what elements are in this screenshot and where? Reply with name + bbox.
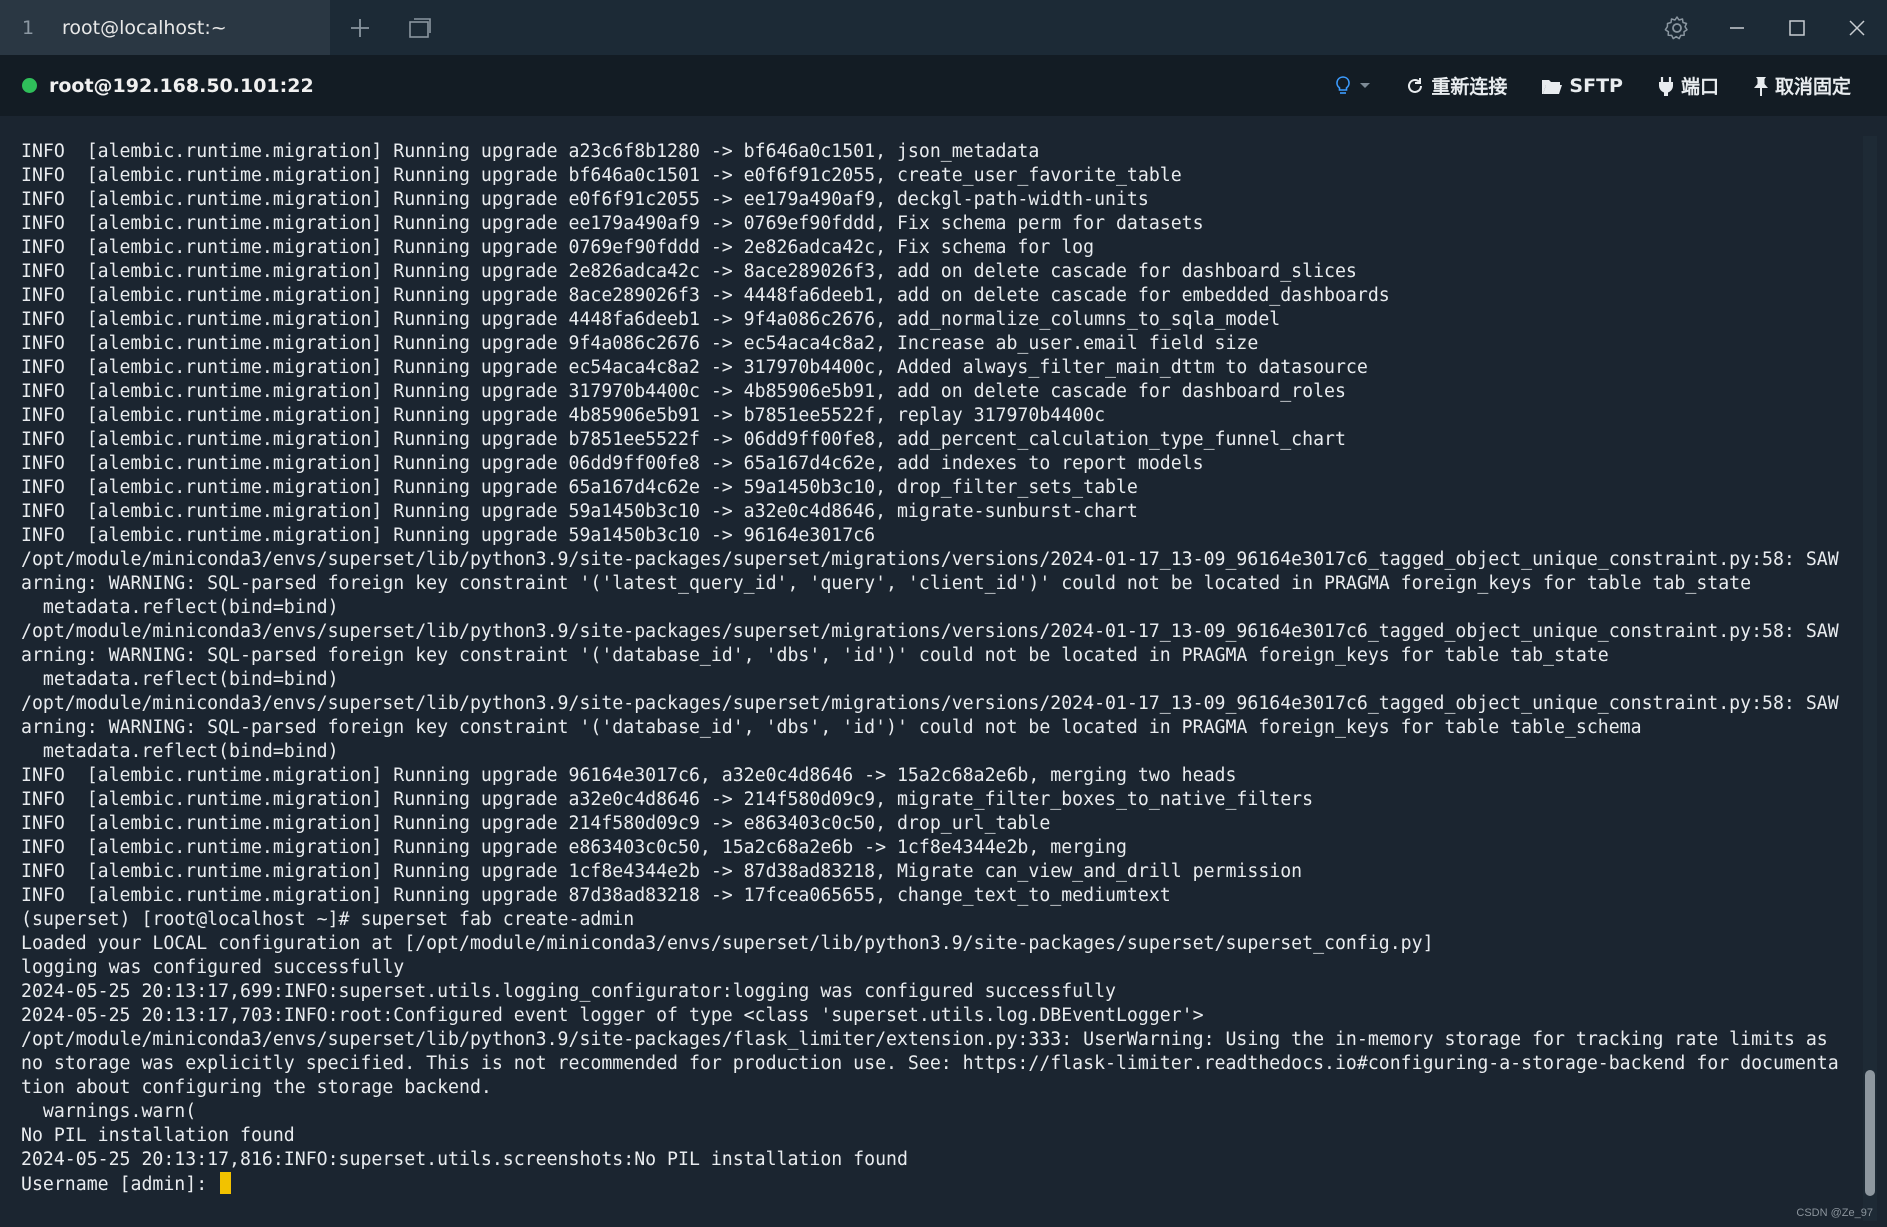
terminal-line: Loaded your LOCAL configuration at [/opt…: [21, 933, 1434, 954]
settings-button[interactable]: [1647, 0, 1707, 55]
sftp-label: SFTP: [1569, 74, 1623, 97]
terminal-line: No PIL installation found: [21, 1125, 295, 1146]
terminal-line: INFO [alembic.runtime.migration] Running…: [21, 453, 1204, 474]
terminal-line: INFO [alembic.runtime.migration] Running…: [21, 837, 1127, 858]
reconnect-button[interactable]: 重新连接: [1405, 72, 1507, 99]
terminal-prompt-line[interactable]: Username [admin]:: [21, 1172, 1853, 1196]
terminal-line: metadata.reflect(bind=bind): [21, 597, 339, 618]
terminal-line: INFO [alembic.runtime.migration] Running…: [21, 213, 1204, 234]
connection-status-indicator: [22, 78, 37, 93]
terminal-line: INFO [alembic.runtime.migration] Running…: [21, 885, 1171, 906]
terminal-line: INFO [alembic.runtime.migration] Running…: [21, 309, 1281, 330]
plug-icon: [1658, 76, 1673, 96]
terminal-line: INFO [alembic.runtime.migration] Running…: [21, 333, 1259, 354]
close-button[interactable]: [1827, 0, 1887, 55]
reconnect-label: 重新连接: [1431, 76, 1508, 98]
maximize-button[interactable]: [1767, 0, 1827, 55]
scrollbar-thumb[interactable]: [1865, 1070, 1875, 1196]
terminal-line: INFO [alembic.runtime.migration] Running…: [21, 165, 1182, 186]
refresh-icon: [1408, 77, 1423, 93]
terminal-line: /opt/module/miniconda3/envs/superset/lib…: [21, 693, 1839, 714]
connection-actions: 重新连接 SFTP 端口 取消固定: [1335, 55, 1851, 116]
terminal-line: 2024-05-25 20:13:17,816:INFO:superset.ut…: [21, 1149, 908, 1170]
terminal-line: INFO [alembic.runtime.migration] Running…: [21, 237, 1095, 258]
pin-icon: [1753, 76, 1768, 96]
folder-open-icon: [1542, 79, 1563, 94]
terminal-view[interactable]: INFO [alembic.runtime.migration] Running…: [0, 116, 1887, 1227]
terminal-line: INFO [alembic.runtime.migration] Running…: [21, 501, 1138, 522]
terminal-line: INFO [alembic.runtime.migration] Running…: [21, 525, 876, 546]
terminal-line: INFO [alembic.runtime.migration] Running…: [21, 861, 1303, 882]
terminal-line: 2024-05-25 20:13:17,699:INFO:superset.ut…: [21, 981, 1116, 1002]
terminal-line: tion about configuring the storage backe…: [21, 1077, 492, 1098]
watermark: CSDN @Ze_97: [1796, 1207, 1873, 1219]
terminal-line: /opt/module/miniconda3/envs/superset/lib…: [21, 1029, 1828, 1050]
new-tab-button[interactable]: [330, 0, 390, 55]
terminal-line: no storage was explicitly specified. Thi…: [21, 1053, 1839, 1074]
text-cursor: [220, 1172, 232, 1194]
terminal-line: warnings.warn(: [21, 1101, 197, 1122]
terminal-line: INFO [alembic.runtime.migration] Running…: [21, 429, 1346, 450]
close-icon: [1849, 19, 1865, 36]
terminal-line: arning: WARNING: SQL-parsed foreign key …: [21, 573, 1752, 594]
terminal-line: INFO [alembic.runtime.migration] Running…: [21, 789, 1314, 810]
terminal-output: INFO [alembic.runtime.migration] Running…: [21, 140, 1853, 1196]
sftp-button[interactable]: SFTP: [1541, 75, 1623, 97]
terminal-line: INFO [alembic.runtime.migration] Running…: [21, 285, 1390, 306]
terminal-line: INFO [alembic.runtime.migration] Running…: [21, 261, 1357, 282]
terminal-line: 2024-05-25 20:13:17,703:INFO:root:Config…: [21, 1005, 1204, 1026]
terminal-line: (superset) [root@localhost ~]# superset …: [21, 909, 635, 930]
maximize-icon: [1789, 19, 1805, 36]
unpin-label: 取消固定: [1774, 76, 1851, 98]
scrollbar-track[interactable]: [1863, 136, 1877, 1221]
terminal-line: INFO [alembic.runtime.migration] Running…: [21, 405, 1106, 426]
terminal-line: INFO [alembic.runtime.migration] Running…: [21, 357, 1368, 378]
terminal-line: arning: WARNING: SQL-parsed foreign key …: [21, 717, 1642, 738]
minimize-button[interactable]: [1707, 0, 1767, 55]
terminal-line: INFO [alembic.runtime.migration] Running…: [21, 141, 1040, 162]
port-forward-button[interactable]: 端口: [1657, 72, 1719, 99]
unpin-button[interactable]: 取消固定: [1753, 72, 1851, 99]
hint-dropdown[interactable]: [1335, 75, 1371, 96]
windows-icon: [409, 17, 431, 38]
terminal-line: INFO [alembic.runtime.migration] Running…: [21, 813, 1051, 834]
terminal-line: metadata.reflect(bind=bind): [21, 669, 339, 690]
connection-host: root@192.168.50.101:22: [49, 74, 314, 97]
tab-index: 1: [22, 16, 35, 39]
terminal-line: INFO [alembic.runtime.migration] Running…: [21, 381, 1346, 402]
terminal-line: INFO [alembic.runtime.migration] Running…: [21, 189, 1149, 210]
terminal-line: /opt/module/miniconda3/envs/superset/lib…: [21, 621, 1839, 642]
tab-title: root@localhost:~: [62, 16, 227, 39]
minimize-icon: [1730, 26, 1744, 29]
port-label: 端口: [1680, 76, 1719, 98]
terminal-line: logging was configured successfully: [21, 957, 405, 978]
terminal-line: INFO [alembic.runtime.migration] Running…: [21, 765, 1237, 786]
terminal-prompt: Username [admin]:: [21, 1174, 219, 1195]
terminal-line: metadata.reflect(bind=bind): [21, 741, 339, 762]
title-bar: 1 root@localhost:~: [0, 0, 1887, 55]
lightbulb-icon: [1336, 75, 1351, 94]
terminal-line: INFO [alembic.runtime.migration] Running…: [21, 477, 1138, 498]
gear-icon: [1664, 15, 1688, 39]
tab-overview-button[interactable]: [390, 0, 450, 55]
session-tab[interactable]: 1 root@localhost:~: [0, 0, 330, 55]
connection-bar: root@192.168.50.101:22 重新连接 SFTP 端口 取消固定: [0, 55, 1887, 116]
terminal-line: /opt/module/miniconda3/envs/superset/lib…: [21, 549, 1839, 570]
plus-icon: [351, 18, 369, 37]
chevron-down-icon: [1360, 82, 1371, 88]
terminal-line: arning: WARNING: SQL-parsed foreign key …: [21, 645, 1609, 666]
